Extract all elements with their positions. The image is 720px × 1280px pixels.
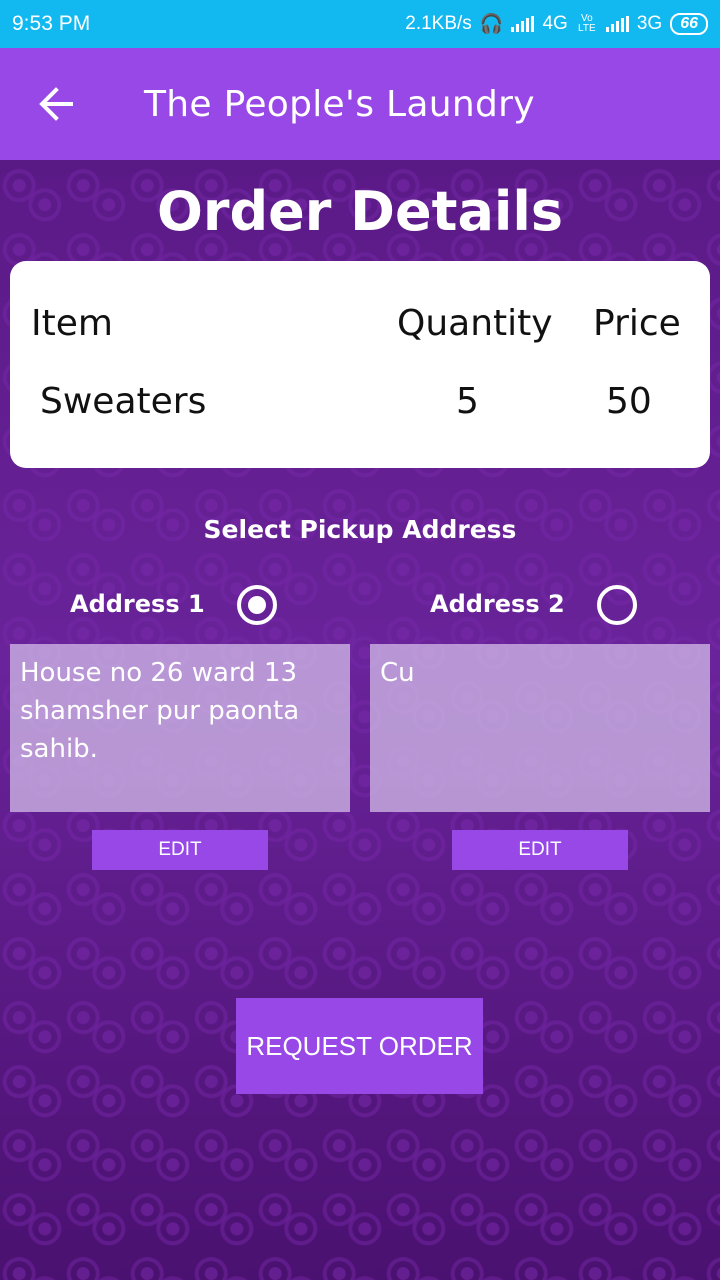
status-indicators: 2.1KB/s 🎧 4G Vo LTE 3G 66 [405,12,708,36]
signal-icon [511,16,535,32]
address-1-field[interactable]: House no 26 ward 13 shamsher pur paonta … [10,644,350,812]
row-quantity: 5 [456,381,479,422]
back-button[interactable] [0,48,112,160]
pickup-label: Select Pickup Address [203,515,517,544]
address-1-edit-button[interactable]: EDIT [92,830,268,870]
address-2-label: Address 2 [430,590,565,618]
row-price: 50 [606,381,652,422]
address-2-radio[interactable] [597,585,637,625]
network-speed: 2.1KB/s [405,13,472,34]
battery-icon: 66 [670,13,708,35]
row-item: Sweaters [40,381,207,422]
order-table: Item Quantity Price Sweaters 5 50 [10,261,710,468]
header-item: Item [31,303,113,344]
address-1-radio[interactable] [237,585,277,625]
headset-icon: 🎧 [479,14,504,35]
request-order-button[interactable]: REQUEST ORDER [236,998,483,1094]
network-type-2: 3G [636,13,663,34]
app-bar: The People's Laundry [0,48,720,160]
page-title: Order Details [156,180,564,243]
status-time: 9:53 PM [12,12,91,35]
address-2-field[interactable]: Cu [370,644,710,812]
address-2-edit-button[interactable]: EDIT [452,830,628,870]
header-quantity: Quantity [397,303,553,344]
status-bar: 9:53 PM 2.1KB/s 🎧 4G Vo LTE 3G 66 [0,0,720,48]
signal-icon-2 [605,16,629,32]
header-price: Price [593,303,681,344]
address-1-label: Address 1 [70,590,205,618]
arrow-left-icon [39,87,73,121]
volte-icon: Vo LTE [578,13,596,34]
app-title: The People's Laundry [144,83,535,125]
network-type-1: 4G [542,13,568,34]
